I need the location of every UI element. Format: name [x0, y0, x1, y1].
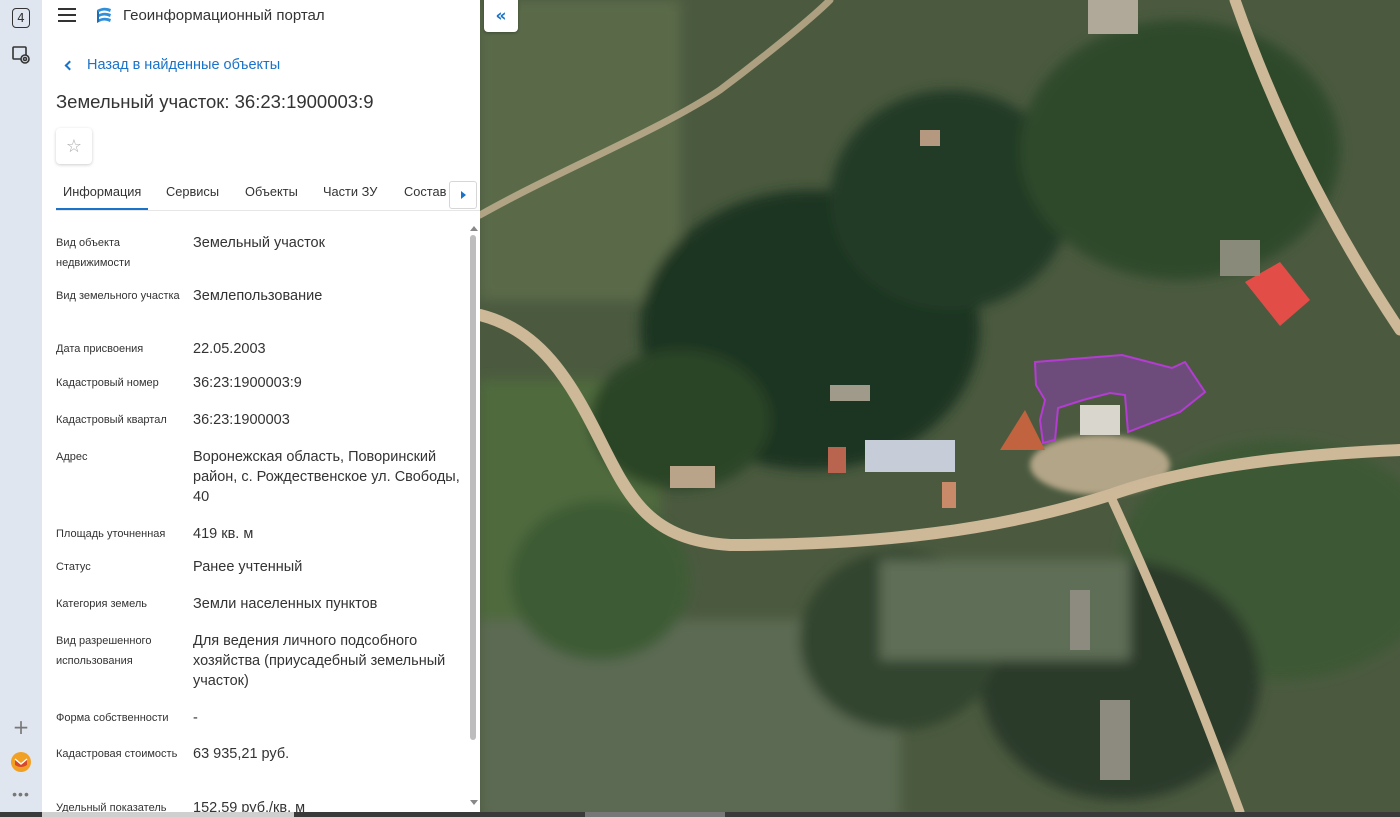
- back-to-results-link[interactable]: Назад в найденные объекты: [60, 55, 280, 75]
- back-link-label: Назад в найденные объекты: [87, 57, 281, 73]
- tab-services[interactable]: Сервисы: [166, 184, 219, 199]
- tabs-scroll-right-button[interactable]: [449, 181, 477, 209]
- object-title: Земельный участок: 36:23:1900003:9: [56, 91, 374, 112]
- info-label: Кадастровый квартал: [56, 414, 167, 426]
- info-label: Статус: [56, 561, 91, 573]
- top-bar: Геоинформационный портал: [42, 0, 480, 34]
- user-avatar-icon[interactable]: [10, 751, 32, 773]
- portal-title: Геоинформационный портал: [123, 7, 325, 24]
- info-value: 419 кв. м: [193, 526, 254, 542]
- tab-objects[interactable]: Объекты: [245, 184, 298, 199]
- app-rail: 4 + •••: [0, 0, 42, 812]
- info-value: Земельный участок: [193, 235, 325, 251]
- info-value: 36:23:1900003: [193, 412, 290, 428]
- star-outline-icon: ☆: [65, 135, 83, 157]
- info-value: 22.05.2003: [193, 341, 266, 357]
- info-label: Вид земельного участка: [56, 290, 180, 302]
- info-scrollbar[interactable]: [468, 226, 478, 812]
- chevron-left-icon: [64, 60, 75, 70]
- info-label: Адрес: [56, 451, 88, 463]
- more-icon[interactable]: •••: [10, 786, 32, 802]
- caret-right-icon: [460, 191, 466, 199]
- info-label: Удельный показатель: [56, 802, 167, 812]
- object-panel: Геоинформационный портал Назад в найденн…: [42, 0, 480, 812]
- info-value: -: [193, 710, 198, 726]
- add-icon[interactable]: +: [10, 715, 32, 739]
- info-label: Вид объекта недвижимости: [56, 237, 131, 269]
- info-list: Вид объекта недвижимости Земельный участ…: [42, 212, 480, 812]
- info-value: Для ведения личного подсобного хозяйства…: [193, 633, 446, 689]
- info-value: 36:23:1900003:9: [193, 375, 302, 391]
- scrollbar-thumb[interactable]: [470, 235, 476, 740]
- info-label: Кадастровая стоимость: [56, 748, 178, 760]
- info-value: Землепользование: [193, 288, 323, 304]
- tab-parts[interactable]: Части ЗУ: [323, 184, 377, 199]
- double-chevron-left-icon: «: [495, 6, 507, 26]
- info-value: 63 935,21 руб.: [193, 746, 290, 762]
- info-value: 152,59 руб./кв. м: [193, 800, 306, 812]
- tab-bar: Информация Сервисы Объекты Части ЗУ Сост…: [56, 176, 480, 211]
- tab-composition[interactable]: Состав: [404, 184, 446, 199]
- scroll-up-arrow-icon[interactable]: [470, 226, 478, 231]
- collapse-panel-button[interactable]: «: [484, 0, 518, 32]
- info-value: Ранее учтенный: [193, 559, 303, 575]
- bottom-strip: [0, 812, 1400, 817]
- info-label: Дата присвоения: [56, 343, 144, 355]
- info-value: Земли населенных пунктов: [193, 596, 378, 612]
- info-label: Кадастровый номер: [56, 377, 159, 389]
- info-label: Форма собственности: [56, 712, 169, 724]
- map-imagery: [480, 0, 1400, 812]
- satellite-map[interactable]: [480, 0, 1400, 812]
- tab-information[interactable]: Информация: [56, 184, 149, 210]
- hamburger-icon[interactable]: [58, 8, 76, 22]
- info-value: Воронежская область, Поворинский район, …: [193, 449, 460, 505]
- info-label: Площадь уточненная: [56, 528, 166, 540]
- info-label: Вид разрешенного использования: [56, 635, 152, 667]
- screenshot-icon[interactable]: [10, 44, 32, 66]
- favorite-button[interactable]: ☆: [56, 128, 92, 164]
- counter-badge[interactable]: 4: [12, 8, 30, 28]
- portal-logo-icon[interactable]: [94, 6, 114, 26]
- info-label: Категория земель: [56, 598, 147, 610]
- scroll-down-arrow-icon[interactable]: [470, 800, 478, 805]
